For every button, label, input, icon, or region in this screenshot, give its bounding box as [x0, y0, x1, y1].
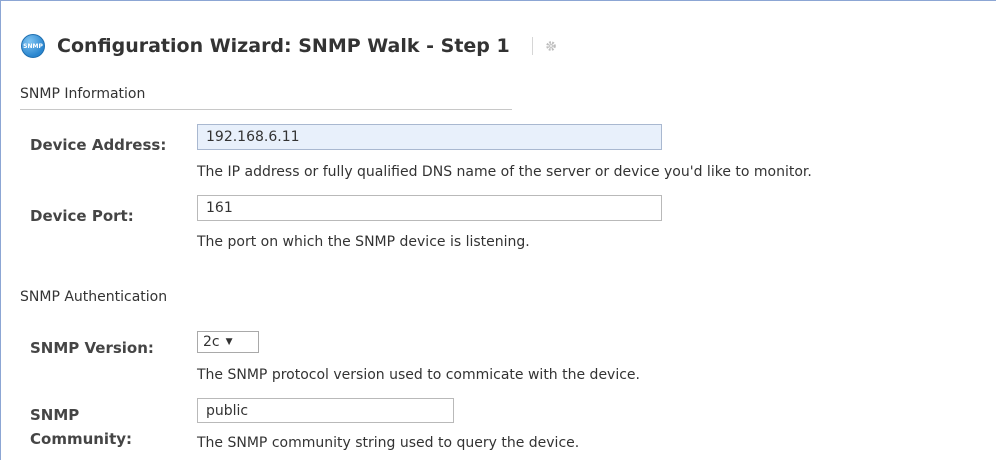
device-address-label: Device Address: [30, 136, 167, 154]
device-address-input[interactable] [197, 124, 662, 150]
device-port-help: The port on which the SNMP device is lis… [197, 234, 530, 250]
snmp-version-select[interactable]: 2c ▼ [197, 331, 259, 353]
title-divider [531, 37, 533, 55]
section-title-snmp-authentication: SNMP Authentication [20, 289, 168, 305]
snmp-community-help: The SNMP community string used to query … [197, 435, 580, 451]
snmp-version-selected-value: 2c [203, 334, 220, 350]
wizard-panel: SNMP Configuration Wizard: SNMP Walk - S… [0, 0, 996, 460]
snmp-community-input[interactable] [197, 398, 454, 423]
wizard-header: SNMP Configuration Wizard: SNMP Walk - S… [21, 31, 559, 61]
gear-icon[interactable] [545, 39, 559, 53]
section-divider [20, 109, 512, 110]
snmp-version-help: The SNMP protocol version used to commic… [197, 367, 640, 383]
snmp-logo-icon: SNMP [21, 34, 45, 58]
snmp-logo-text: SNMP [23, 42, 43, 50]
snmp-version-label: SNMP Version: [30, 339, 154, 357]
snmp-community-label-line1: SNMP [30, 406, 80, 424]
chevron-down-icon: ▼ [225, 337, 233, 347]
snmp-community-label-line2: Community: [30, 430, 133, 448]
section-title-snmp-information: SNMP Information [20, 86, 146, 102]
device-port-label: Device Port: [30, 207, 134, 225]
device-port-input[interactable] [197, 195, 662, 221]
device-address-help: The IP address or fully qualified DNS na… [197, 164, 812, 180]
page-title: Configuration Wizard: SNMP Walk - Step 1 [57, 35, 510, 57]
